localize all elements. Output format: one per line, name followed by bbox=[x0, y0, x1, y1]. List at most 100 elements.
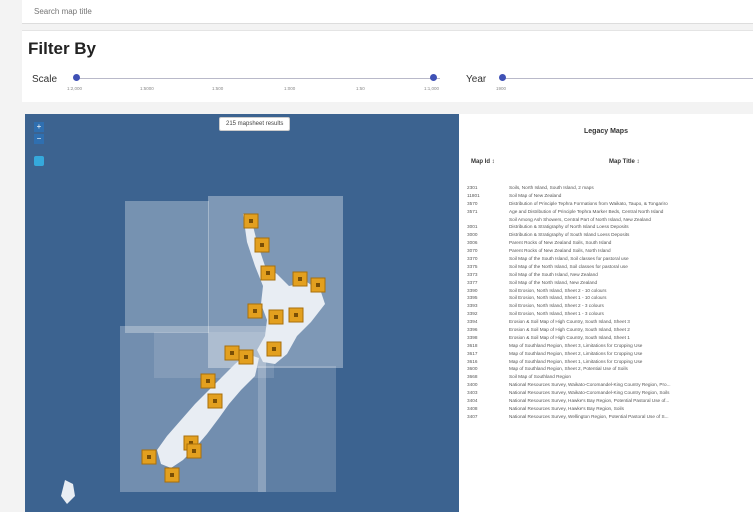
map-id-cell: 3407 bbox=[467, 413, 478, 419]
scale-tick-label: 1:2,000 bbox=[67, 86, 83, 91]
map-footprint[interactable] bbox=[125, 201, 209, 333]
column-header-map-id[interactable]: Map Id ↕ bbox=[471, 159, 495, 165]
scale-slider-min-handle[interactable] bbox=[73, 74, 80, 81]
table-row[interactable]: 3390 Soil Erosion, North Island, Sheet 2 … bbox=[467, 287, 753, 295]
table-row[interactable]: 3408 National Resources Survey, Hawke's B… bbox=[467, 405, 753, 413]
search-input[interactable] bbox=[22, 0, 753, 23]
filter-title: Filter By bbox=[28, 39, 97, 58]
map-title-cell: Distribution & Stratigraphy of North Isl… bbox=[509, 224, 629, 230]
stewart-island-shape bbox=[61, 480, 75, 504]
table-row[interactable]: 3396 Erosion & Soil Map of High Country, … bbox=[467, 326, 753, 334]
table-row[interactable]: 3668 Soil Map of Southland Region bbox=[467, 373, 753, 381]
map-marker[interactable] bbox=[164, 467, 180, 483]
map-marker[interactable] bbox=[224, 345, 240, 361]
table-row[interactable]: 3373 Soil Map of the South Island, New Ze… bbox=[467, 271, 753, 279]
map-marker[interactable] bbox=[310, 277, 326, 293]
map-title-cell: Parent Rocks of New Zealand Soils, South… bbox=[509, 240, 612, 246]
map-id-cell: 3001 bbox=[467, 224, 478, 230]
map-id-cell: 3373 bbox=[467, 271, 478, 277]
table-row[interactable]: 3001 Distribution & Stratigraphy of North… bbox=[467, 223, 753, 231]
table-row[interactable]: 3600 Map of Southland Region, Sheet 2, Po… bbox=[467, 365, 753, 373]
table-row[interactable]: 3404 National Resources Survey, Hawke's B… bbox=[467, 397, 753, 405]
table-row[interactable]: 3407 National Resources Survey, Wellingto… bbox=[467, 413, 753, 421]
map-canvas[interactable] bbox=[25, 114, 459, 512]
map-title-cell: Soil Map of the North Island, New Zealan… bbox=[509, 279, 598, 285]
table-row[interactable]: 3006 Parent Rocks of New Zealand Soils, S… bbox=[467, 239, 753, 247]
map-id-cell: 3392 bbox=[467, 311, 478, 317]
zoom-in-button[interactable]: + bbox=[34, 122, 44, 132]
table-row[interactable]: 3570 Distribution of Principle Tephra For… bbox=[467, 200, 753, 208]
results-count-badge: 215 mapsheet results bbox=[219, 117, 291, 131]
map-footprint[interactable] bbox=[258, 366, 336, 492]
map-marker[interactable] bbox=[186, 443, 202, 459]
table-row[interactable]: 3392 Soil Erosion, North Island, Sheet 1 … bbox=[467, 310, 753, 318]
map-id-cell: 3000 bbox=[467, 232, 478, 238]
map-marker[interactable] bbox=[243, 213, 259, 229]
table-row[interactable]: 3395 Soil Erosion, North Island, Sheet 1 … bbox=[467, 294, 753, 302]
year-slider-handle[interactable] bbox=[499, 74, 506, 81]
scale-label: Scale bbox=[32, 74, 58, 85]
panel-title: Legacy Maps bbox=[584, 128, 628, 135]
zoom-out-button[interactable]: − bbox=[34, 134, 44, 144]
map-id-cell: 3375 bbox=[467, 263, 478, 269]
map-id-cell bbox=[467, 216, 509, 224]
table-row[interactable]: 3616 Map of Southland Region, Sheet 1, Li… bbox=[467, 358, 753, 366]
table-row[interactable]: 3393 Soil Erosion, North Island, Sheet 2 … bbox=[467, 302, 753, 310]
table-row[interactable]: 3070 Parent Rocks of New Zealand Soils, N… bbox=[467, 247, 753, 255]
table-row[interactable]: 3370 Soil Map of the South Island, Soil c… bbox=[467, 255, 753, 263]
table-row[interactable]: 3377 Soil Map of the North Island, New Ze… bbox=[467, 279, 753, 287]
map-title-cell: Parent Rocks of New Zealand Soils, North… bbox=[509, 248, 611, 254]
map-id-cell: 3006 bbox=[467, 240, 478, 246]
map-marker[interactable] bbox=[207, 393, 223, 409]
table-row[interactable]: 2301 Soils, North Island, South Island, 2… bbox=[467, 184, 753, 192]
map-id-cell: 3617 bbox=[467, 350, 478, 356]
scale-slider-max-handle[interactable] bbox=[430, 74, 437, 81]
map-marker[interactable] bbox=[238, 349, 254, 365]
map-id-cell: 3394 bbox=[467, 319, 478, 325]
map-marker[interactable] bbox=[268, 309, 284, 325]
map-title-cell: Erosion & Soil Map of High Country, Sout… bbox=[509, 334, 630, 340]
map-title-cell: Soil Erosion, North Island, Sheet 2 - 3 … bbox=[509, 303, 604, 309]
table-row[interactable]: 3398 Erosion & Soil Map of High Country, … bbox=[467, 334, 753, 342]
table-row[interactable]: 3000 Distribution & Stratigraphy of South… bbox=[467, 231, 753, 239]
column-header-map-title[interactable]: Map Title ↕ bbox=[609, 159, 640, 165]
map-title-cell: National Resources Survey, Wellington Re… bbox=[509, 413, 669, 419]
map-id-cell: 3070 bbox=[467, 248, 478, 254]
layers-icon[interactable] bbox=[34, 156, 44, 166]
table-row[interactable]: 3375 Soil Map of the North Island, Soil c… bbox=[467, 263, 753, 271]
table-row[interactable]: 3617 Map of Southland Region, Sheet 2, Li… bbox=[467, 350, 753, 358]
table-row[interactable]: 3400 National Resources Survey, Waikato-C… bbox=[467, 381, 753, 389]
map-id-cell: 3571 bbox=[467, 208, 478, 214]
map-id-cell: 3400 bbox=[467, 382, 478, 388]
map-title-cell: Map of Southland Region, Sheet 3, Limita… bbox=[509, 342, 643, 348]
map-marker[interactable] bbox=[141, 449, 157, 465]
year-slider-track[interactable] bbox=[501, 78, 753, 79]
map-marker[interactable] bbox=[247, 303, 263, 319]
map-marker[interactable] bbox=[266, 341, 282, 357]
scale-slider-track[interactable] bbox=[75, 78, 440, 79]
map-id-cell: 3396 bbox=[467, 327, 478, 333]
map-marker[interactable] bbox=[260, 265, 276, 281]
map-marker[interactable] bbox=[254, 237, 270, 253]
map-marker[interactable] bbox=[288, 307, 304, 323]
table-row[interactable]: 3403 National Resources Survey, Waikato-C… bbox=[467, 389, 753, 397]
table-row[interactable]: Soil Among Ash Showers, Central Part of … bbox=[467, 216, 753, 224]
map-id-cell: 3668 bbox=[467, 374, 478, 380]
map-marker[interactable] bbox=[292, 271, 308, 287]
map-id-cell: 3408 bbox=[467, 405, 478, 411]
map-title-cell: Distribution & Stratigraphy of South Isl… bbox=[509, 232, 630, 238]
map-title-cell: Erosion & Soil Map of High Country, Sout… bbox=[509, 319, 630, 325]
map-title-cell: Soil Map of New Zealand bbox=[509, 192, 562, 198]
year-tick-label: 1900 bbox=[496, 86, 507, 91]
table-row[interactable]: 3571 Age and Distribution of Principle Te… bbox=[467, 208, 753, 216]
scale-tick-label: 1:500 bbox=[212, 86, 224, 91]
map-id-cell: 3393 bbox=[467, 303, 478, 309]
map-view[interactable]: + − 215 mapsheet results bbox=[25, 114, 459, 512]
table-row[interactable]: 3394 Erosion & Soil Map of High Country, … bbox=[467, 318, 753, 326]
table-row[interactable]: 11801 Soil Map of New Zealand bbox=[467, 192, 753, 200]
scale-tick-label: 1:5000 bbox=[140, 86, 154, 91]
map-marker[interactable] bbox=[200, 373, 216, 389]
table-row[interactable]: 3618 Map of Southland Region, Sheet 3, Li… bbox=[467, 342, 753, 350]
map-title-cell: Soil Erosion, North Island, Sheet 2 - 10… bbox=[509, 287, 607, 293]
map-id-cell: 3403 bbox=[467, 390, 478, 396]
